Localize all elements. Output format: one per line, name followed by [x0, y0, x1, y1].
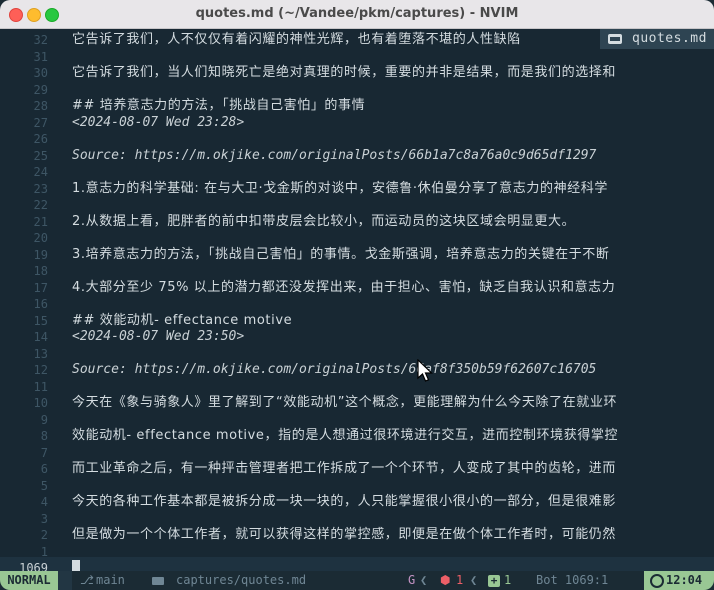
chevron-left-icon: ❮ [470, 573, 478, 587]
status-line: NORMAL ⎇ main captures/quotes.md G ❮ ⬢ 1… [0, 571, 714, 590]
git-status-letter: G [408, 573, 416, 587]
git-branch-icon: ⎇ [80, 573, 94, 587]
cursor-position: Bot 1069:1 [536, 573, 609, 587]
clock-time: 12:04 [666, 573, 703, 587]
mouse-pointer-icon [417, 359, 433, 382]
nvim-window: quotes.md (~/Vandee/pkm/captures) - NVIM… [0, 0, 714, 590]
mode-separator [58, 571, 72, 590]
current-buffer-line[interactable]: 1069 [0, 557, 714, 571]
window-title: quotes.md (~/Vandee/pkm/captures) - NVIM [195, 6, 519, 21]
git-branch: main [96, 573, 125, 587]
line-number: 32 [33, 33, 48, 47]
clock-segment: 12:04 [644, 571, 714, 590]
diagnostic-error-icon: ⬢ [440, 573, 451, 587]
clock-icon [650, 574, 664, 588]
markdown-icon [608, 34, 622, 44]
git-added-icon: + [488, 575, 500, 587]
error-count: 1 [456, 573, 464, 587]
editor-buffer[interactable]: 1 2 但是做为一个个体工作者，就可以获得这样的掌控感，即便是在做个体工作者时，可能… [0, 29, 714, 571]
line-text: 它告诉了我们，人不仅仅有着闪耀的神性光辉，也有着堕落不堪的人性缺陷 [72, 32, 521, 47]
buffer-tab-label: quotes.md [632, 31, 707, 46]
file-path: captures/quotes.md [176, 573, 307, 587]
current-line-number: 1069 [19, 561, 48, 571]
buffer-tab[interactable]: quotes.md [600, 29, 714, 49]
chevron-left-icon: ❮ [420, 573, 428, 587]
title-bar: quotes.md (~/Vandee/pkm/captures) - NVIM [0, 0, 714, 29]
file-icon [152, 577, 164, 585]
added-count: 1 [504, 573, 512, 587]
mode-indicator: NORMAL [0, 571, 58, 590]
